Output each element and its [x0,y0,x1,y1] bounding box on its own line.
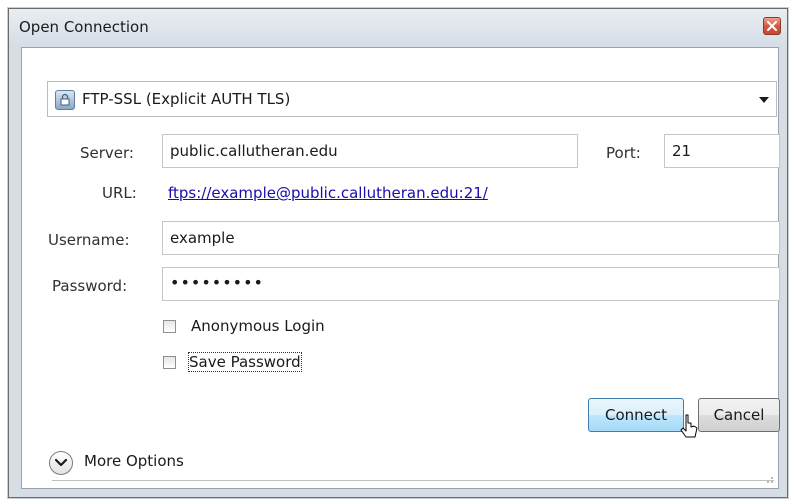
server-input[interactable]: public.callutheran.edu [162,134,578,168]
dropdown-arrow-icon[interactable] [759,97,769,103]
cancel-button[interactable]: Cancel [698,398,780,432]
password-label: Password: [52,277,128,295]
title-bar[interactable]: Open Connection [9,9,787,47]
port-label: Port: [606,144,641,162]
url-link[interactable]: ftps://example@public.callutheran.edu:21… [168,184,488,202]
port-input[interactable]: 21 [664,134,780,168]
chevron-down-circle-icon [55,458,67,467]
protocol-select[interactable]: FTP-SSL (Explicit AUTH TLS) [47,81,777,117]
url-label: URL: [102,184,137,202]
more-options-label[interactable]: More Options [84,452,184,470]
more-options-toggle[interactable] [49,451,73,475]
mouse-cursor-icon [680,414,698,438]
connect-button[interactable]: Connect [588,398,684,432]
protocol-selected-value: FTP-SSL (Explicit AUTH TLS) [82,90,291,108]
dialog-content: FTP-SSL (Explicit AUTH TLS) Server: publ… [21,47,780,489]
lock-icon [55,90,75,110]
username-label: Username: [48,231,130,249]
save-password-label[interactable]: Save Password [188,352,302,372]
resize-grip-icon[interactable] [764,474,774,484]
divider [52,480,774,481]
password-input[interactable]: ••••••••• [162,267,780,301]
save-password-checkbox[interactable] [163,356,176,369]
server-label: Server: [80,144,134,162]
username-input[interactable]: example [162,221,780,255]
anonymous-login-label[interactable]: Anonymous Login [191,317,325,335]
close-icon [767,21,777,31]
window-title: Open Connection [19,18,149,36]
anonymous-login-checkbox[interactable] [163,320,176,333]
open-connection-dialog: Open Connection FTP-SSL (Explicit AUTH T… [8,8,788,498]
close-button[interactable] [763,17,781,35]
